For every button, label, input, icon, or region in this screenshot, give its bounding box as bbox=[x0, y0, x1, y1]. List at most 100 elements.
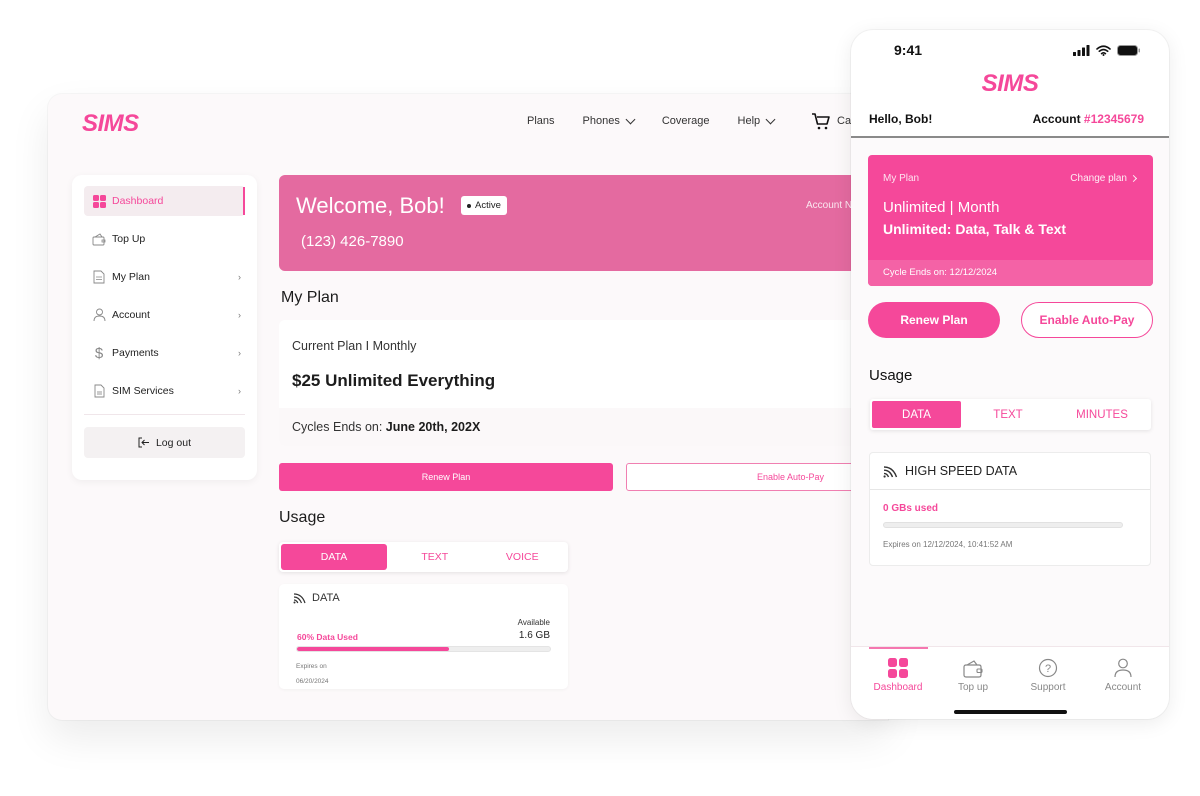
plan-period: Unlimited | Month bbox=[883, 199, 1000, 216]
nav-label: Coverage bbox=[661, 115, 710, 127]
usage-heading: Usage bbox=[279, 509, 326, 526]
user-icon bbox=[92, 308, 106, 322]
my-plan-heading: My Plan bbox=[281, 289, 339, 306]
sidebar-item-dashboard[interactable]: Dashboard bbox=[84, 186, 245, 216]
high-speed-data-card: HIGH SPEED DATA 0 GBs used Expires on 12… bbox=[869, 452, 1151, 566]
welcome-banner: Welcome, Bob! Active (123) 426-7890 Acco… bbox=[279, 175, 888, 271]
sidebar-label: SIM Services bbox=[112, 385, 174, 397]
logout-icon bbox=[138, 437, 149, 448]
sidebar-item-sim-services[interactable]: SIM Services › bbox=[84, 376, 245, 406]
signal-icon bbox=[883, 465, 898, 478]
battery-icon bbox=[1117, 45, 1140, 56]
logout-label: Log out bbox=[155, 436, 192, 449]
expires-date: 06/20/2024 bbox=[296, 678, 329, 685]
active-tab-indicator bbox=[869, 647, 928, 649]
data-card-title: DATA bbox=[293, 592, 340, 604]
tab-data[interactable]: DATA bbox=[872, 401, 961, 428]
account-label: Account bbox=[1032, 112, 1084, 126]
home-indicator bbox=[954, 710, 1067, 714]
chevron-right-icon bbox=[1129, 174, 1138, 183]
bottom-tab-bar: Dashboard Top up ? Support Account bbox=[851, 646, 1169, 719]
plan-card-label: My Plan bbox=[883, 173, 920, 184]
renew-plan-button[interactable]: Renew Plan bbox=[868, 302, 1000, 338]
sidebar-label: Payments bbox=[112, 347, 159, 359]
enable-autopay-button[interactable]: Enable Auto-Pay bbox=[1021, 302, 1153, 338]
tab-text[interactable]: TEXT bbox=[961, 401, 1055, 428]
sidebar-item-payments[interactable]: $ Payments › bbox=[84, 338, 245, 368]
sidebar-item-top-up[interactable]: Top Up bbox=[84, 224, 245, 254]
sidebar: Dashboard Top Up My Plan › Account › $ P… bbox=[72, 175, 257, 480]
sidebar-item-my-plan[interactable]: My Plan › bbox=[84, 262, 245, 292]
tab-label: Account bbox=[1104, 682, 1142, 693]
cellular-signal-icon bbox=[1073, 45, 1090, 56]
chevron-right-icon: › bbox=[238, 386, 241, 396]
nav-coverage[interactable]: Coverage bbox=[662, 115, 710, 127]
chevron-right-icon: › bbox=[238, 348, 241, 358]
plan-name: $25 Unlimited Everything bbox=[292, 371, 496, 390]
welcome-title: Welcome, Bob! bbox=[296, 193, 445, 218]
tabbar-support[interactable]: ? Support bbox=[1012, 657, 1084, 693]
greeting: Hello, Bob! bbox=[869, 112, 933, 126]
status-badge: Active bbox=[461, 196, 507, 215]
signal-icon bbox=[293, 593, 306, 604]
cart-icon bbox=[812, 113, 830, 130]
available-value: 1.6 GB bbox=[518, 630, 550, 641]
nav-label: Help bbox=[737, 115, 761, 127]
expires-label: Expires on bbox=[296, 663, 327, 670]
wallet-icon bbox=[937, 657, 1009, 679]
data-card-header: HIGH SPEED DATA bbox=[870, 453, 1150, 490]
tab-voice[interactable]: VOICE bbox=[479, 544, 567, 570]
sidebar-label: Dashboard bbox=[112, 195, 164, 207]
status-bar-icons bbox=[1073, 45, 1141, 56]
data-used-label: 60% Data Used bbox=[297, 632, 358, 642]
cart-link[interactable]: Car bbox=[811, 112, 855, 130]
plan-cycle: Cycle Ends on: 12/12/2024 bbox=[868, 260, 1153, 286]
tab-data[interactable]: DATA bbox=[281, 544, 387, 570]
logout-button[interactable]: Log out bbox=[84, 427, 245, 458]
wallet-icon bbox=[92, 232, 106, 246]
available-data: Available 1.6 GB bbox=[518, 616, 550, 642]
tab-minutes[interactable]: MINUTES bbox=[1055, 401, 1149, 428]
usage-heading: Usage bbox=[869, 367, 913, 384]
tab-label: Dashboard bbox=[873, 682, 923, 693]
change-plan-link[interactable]: Change plan bbox=[1070, 173, 1138, 184]
cycle-text: Cycles Ends on: June 20th, 202X bbox=[292, 420, 480, 434]
change-plan-label: Change plan bbox=[1070, 173, 1127, 184]
brand-logo[interactable]: SIMS bbox=[82, 110, 139, 138]
help-circle-icon: ? bbox=[1012, 657, 1084, 679]
mobile-app-window: 9:41 SIMS Hello, Bob! Account #12345679 … bbox=[851, 30, 1169, 719]
nav-label: Phones bbox=[582, 115, 620, 127]
data-usage-card: DATA Available 1.6 GB 60% Data Used Expi… bbox=[279, 584, 568, 689]
tabbar-top-up[interactable]: Top up bbox=[937, 657, 1009, 693]
renew-plan-button[interactable]: Renew Plan bbox=[279, 463, 613, 491]
nav-help[interactable]: Help bbox=[737, 114, 776, 127]
data-card-label: DATA bbox=[312, 592, 340, 604]
data-expiry: Expires on 12/12/2024, 10:41:52 AM bbox=[883, 540, 1013, 549]
dashboard-icon bbox=[862, 657, 934, 679]
brand-logo: SIMS bbox=[981, 70, 1039, 97]
status-dot-icon bbox=[467, 203, 471, 208]
chevron-down-icon bbox=[765, 114, 776, 124]
dashboard-icon bbox=[92, 194, 106, 208]
tabbar-dashboard[interactable]: Dashboard bbox=[862, 657, 934, 693]
tab-text[interactable]: TEXT bbox=[391, 544, 479, 570]
enable-autopay-button[interactable]: Enable Auto-Pay bbox=[626, 463, 888, 491]
sim-card-icon bbox=[92, 384, 106, 398]
user-icon bbox=[1087, 657, 1159, 679]
nav-phones[interactable]: Phones bbox=[582, 114, 636, 127]
mobile-plan-card: My Plan Change plan Unlimited | Month Un… bbox=[868, 155, 1153, 286]
nav-plans[interactable]: Plans bbox=[527, 115, 555, 127]
plan-card: Current Plan I Monthly $25 Unlimited Eve… bbox=[279, 320, 879, 446]
tabbar-account[interactable]: Account bbox=[1087, 657, 1159, 693]
wifi-icon bbox=[1096, 45, 1111, 56]
cycle-date: June 20th, 202X bbox=[385, 420, 481, 434]
sidebar-item-account[interactable]: Account › bbox=[84, 300, 245, 330]
data-usage-progress-fill bbox=[297, 647, 449, 651]
sidebar-label: Top Up bbox=[112, 233, 146, 245]
sidebar-label: My Plan bbox=[112, 271, 150, 283]
tab-label: Support bbox=[1030, 682, 1066, 693]
status-bar-time: 9:41 bbox=[894, 42, 923, 58]
usage-tabs: DATA TEXT MINUTES bbox=[870, 399, 1151, 430]
account-number-label: Account N bbox=[806, 200, 853, 211]
usage-tabs: DATA TEXT VOICE bbox=[279, 542, 568, 572]
